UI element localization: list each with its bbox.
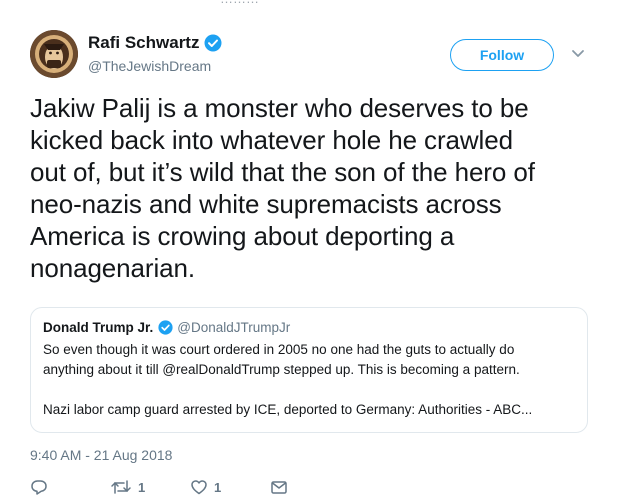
quoted-tweet-body: So even though it was court ordered in 2… — [43, 340, 587, 420]
quoted-text-line: anything about it till @realDonaldTrump … — [43, 362, 520, 377]
author-name-row[interactable]: Rafi Schwartz — [88, 33, 222, 53]
like-button[interactable]: 1 — [190, 478, 221, 496]
like-count: 1 — [214, 479, 222, 495]
cropped-previous-text: ……… — [0, 0, 617, 6]
direct-message-button[interactable] — [270, 478, 288, 496]
tweet-text-line: neo-nazis and white supremacists across — [30, 189, 502, 219]
quoted-author-handle: @DonaldJTrumpJr — [177, 320, 291, 335]
tweet-text-line: kicked back into whatever hole he crawle… — [30, 125, 513, 155]
chevron-down-icon[interactable] — [571, 49, 585, 59]
reply-button[interactable] — [30, 478, 48, 496]
verified-badge-icon — [204, 34, 222, 52]
retweet-button[interactable]: 1 — [110, 478, 145, 496]
retweet-icon — [111, 480, 131, 494]
tweet-text-line: nonagenarian. — [30, 253, 195, 283]
tweet-text: Jakiw Palij is a monster who deserves to… — [30, 92, 600, 284]
tweet-timestamp[interactable]: 9:40 AM - 21 Aug 2018 — [30, 447, 172, 463]
tweet-text-line: Jakiw Palij is a monster who deserves to… — [30, 93, 529, 123]
quoted-text-line: So even though it was court ordered in 2… — [43, 342, 515, 357]
quoted-link-preview[interactable]: Nazi labor camp guard arrested by ICE, d… — [43, 400, 587, 420]
tweet-text-line: out of, but it’s wild that the son of th… — [30, 157, 535, 187]
envelope-icon — [271, 481, 287, 494]
avatar-illustration — [30, 30, 78, 78]
quoted-tweet-header: Donald Trump Jr. @DonaldJTrumpJr — [43, 320, 587, 335]
quoted-tweet-card[interactable]: Donald Trump Jr. @DonaldJTrumpJr So even… — [30, 307, 588, 433]
avatar[interactable] — [30, 30, 78, 78]
reply-icon — [31, 480, 47, 495]
author-handle[interactable]: @TheJewishDream — [88, 58, 211, 74]
author-display-name[interactable]: Rafi Schwartz — [88, 33, 199, 53]
quoted-author-name: Donald Trump Jr. — [43, 320, 154, 335]
verified-badge-icon — [158, 320, 173, 335]
tweet-actions: 1 1 — [30, 478, 330, 502]
follow-button[interactable]: Follow — [450, 39, 554, 71]
heart-icon — [191, 480, 207, 495]
tweet-text-line: America is crowing about deporting a — [30, 221, 455, 251]
retweet-count: 1 — [138, 479, 146, 495]
